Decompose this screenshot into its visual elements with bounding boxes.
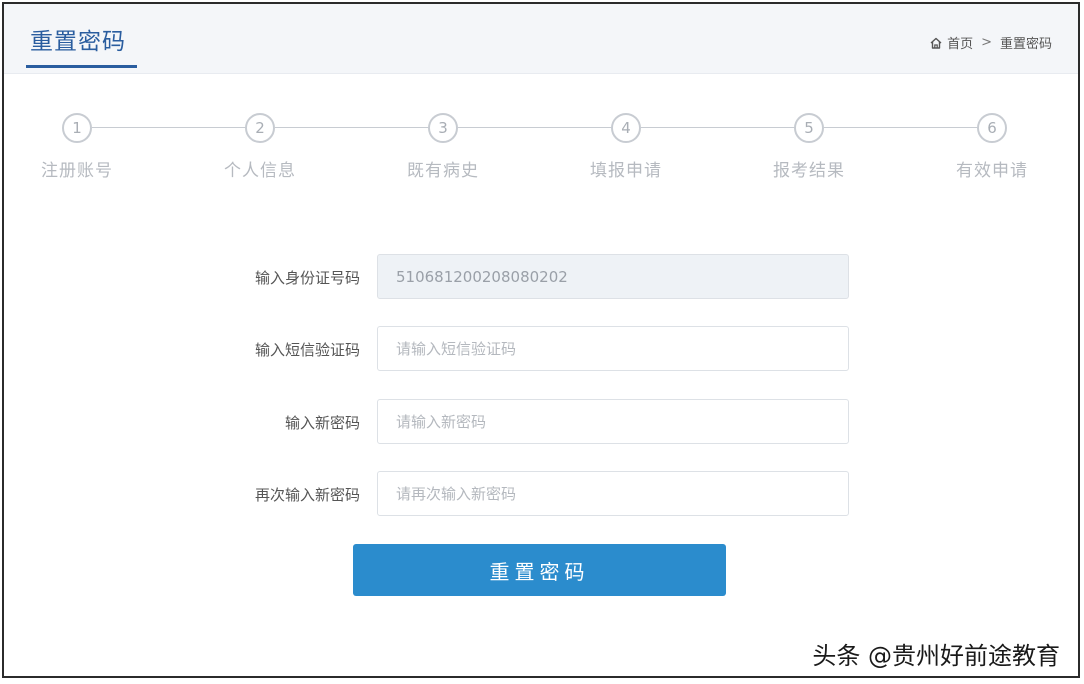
breadcrumb: 首页 > 重置密码 bbox=[929, 33, 1052, 52]
home-icon bbox=[930, 37, 942, 49]
step-label: 报考结果 bbox=[773, 161, 845, 181]
id-number-label: 输入身份证号码 bbox=[254, 269, 360, 287]
step-5: 5 报考结果 bbox=[749, 110, 869, 181]
step-1: 1 注册账号 bbox=[17, 110, 137, 181]
breadcrumb-separator: > bbox=[981, 35, 992, 50]
sms-code-field[interactable] bbox=[377, 326, 849, 371]
step-2: 2 个人信息 bbox=[200, 110, 320, 181]
step-4: 4 填报申请 bbox=[566, 110, 686, 181]
step-number: 4 bbox=[611, 113, 641, 143]
sms-code-label: 输入短信验证码 bbox=[254, 341, 360, 359]
new-password-label: 输入新密码 bbox=[284, 414, 360, 432]
id-number-field[interactable] bbox=[377, 254, 849, 299]
breadcrumb-current: 重置密码 bbox=[999, 37, 1052, 52]
step-label: 注册账号 bbox=[41, 161, 113, 181]
confirm-password-field[interactable] bbox=[377, 471, 849, 516]
title-underline bbox=[26, 65, 137, 68]
reset-password-button[interactable]: 重置密码 bbox=[353, 544, 726, 596]
step-6: 6 有效申请 bbox=[932, 110, 1052, 181]
step-3: 3 既有病史 bbox=[383, 110, 503, 181]
step-label: 填报申请 bbox=[590, 161, 662, 181]
new-password-row: 输入新密码 bbox=[4, 399, 1078, 445]
new-password-field[interactable] bbox=[377, 399, 849, 444]
step-number: 2 bbox=[245, 113, 275, 143]
watermark-text: 头条 @贵州好前途教育 bbox=[812, 642, 1060, 670]
id-number-row: 输入身份证号码 bbox=[4, 254, 1078, 300]
step-number: 5 bbox=[794, 113, 824, 143]
confirm-password-row: 再次输入新密码 bbox=[4, 471, 1078, 517]
breadcrumb-home-link[interactable]: 首页 bbox=[947, 33, 973, 52]
sms-code-row: 输入短信验证码 bbox=[4, 326, 1078, 372]
step-number: 3 bbox=[428, 113, 458, 143]
step-label: 个人信息 bbox=[224, 161, 296, 181]
page-header: 重置密码 首页 > 重置密码 bbox=[4, 4, 1078, 74]
progress-steps: 1 注册账号 2 个人信息 3 既有病史 4 填报申请 5 报考结果 6 有效申… bbox=[4, 110, 1078, 190]
step-number: 1 bbox=[62, 113, 92, 143]
step-label: 既有病史 bbox=[407, 161, 479, 181]
page-title: 重置密码 bbox=[30, 29, 126, 55]
step-number: 6 bbox=[977, 113, 1007, 143]
step-label: 有效申请 bbox=[956, 161, 1028, 181]
page-frame: 重置密码 首页 > 重置密码 1 注册账号 2 个人信息 3 既有病史 4 填报… bbox=[2, 2, 1080, 678]
confirm-password-label: 再次输入新密码 bbox=[254, 486, 360, 504]
